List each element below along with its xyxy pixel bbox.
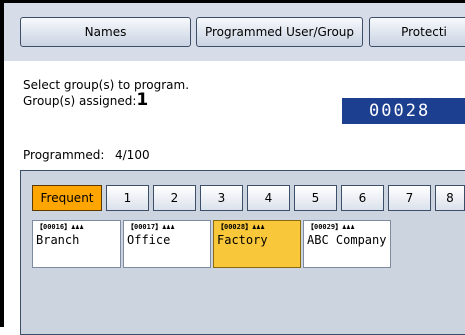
- index-tab-5[interactable]: 5: [294, 185, 337, 211]
- group-entry-id: 【00017】♟♟♟: [127, 223, 175, 231]
- instruction-text: Select group(s) to program.: [23, 78, 190, 92]
- group-entry-name: Factory: [217, 233, 268, 247]
- group-entry-abc-company[interactable]: 【00029】♟♟♟ ABC Company: [303, 220, 391, 268]
- group-entry-name: Office: [127, 233, 171, 247]
- group-icon: ♟♟♟: [342, 223, 355, 231]
- groups-assigned: Group(s) assigned:1: [23, 90, 149, 110]
- group-icon: ♟♟♟: [252, 223, 265, 231]
- index-tab-6[interactable]: 6: [341, 185, 384, 211]
- index-tab-3[interactable]: 3: [200, 185, 243, 211]
- tab-names[interactable]: Names: [20, 17, 191, 47]
- index-tab-1[interactable]: 1: [106, 185, 149, 211]
- groups-assigned-label: Group(s) assigned:: [23, 94, 137, 108]
- index-tab-8[interactable]: 8: [435, 185, 465, 211]
- index-tab-frequent[interactable]: Frequent: [32, 185, 102, 211]
- group-entry-factory[interactable]: 【00028】♟♟♟ Factory: [213, 220, 301, 268]
- tab-programmed-user-group[interactable]: Programmed User/Group: [196, 17, 363, 47]
- group-entry-name: Branch: [36, 233, 80, 247]
- index-tab-4[interactable]: 4: [247, 185, 290, 211]
- programmed-label: Programmed:: [23, 148, 105, 162]
- group-entry-branch[interactable]: 【00016】♟♟♟ Branch: [32, 220, 121, 268]
- programmed-count: 4/100: [115, 148, 150, 162]
- index-tab-2[interactable]: 2: [153, 185, 196, 211]
- group-icon: ♟♟♟: [71, 223, 84, 231]
- selected-number-display: 00028: [342, 98, 465, 124]
- group-entry-office[interactable]: 【00017】♟♟♟ Office: [123, 220, 211, 268]
- group-entry-id: 【00029】♟♟♟: [307, 223, 355, 231]
- group-entry-name: ABC Company: [307, 233, 387, 247]
- group-icon: ♟♟♟: [162, 223, 175, 231]
- group-entry-id: 【00028】♟♟♟: [217, 223, 265, 231]
- groups-assigned-count: 1: [136, 90, 149, 110]
- group-entry-id: 【00016】♟♟♟: [36, 223, 84, 231]
- index-tab-7[interactable]: 7: [388, 185, 431, 211]
- tab-protection[interactable]: Protecti: [369, 17, 465, 47]
